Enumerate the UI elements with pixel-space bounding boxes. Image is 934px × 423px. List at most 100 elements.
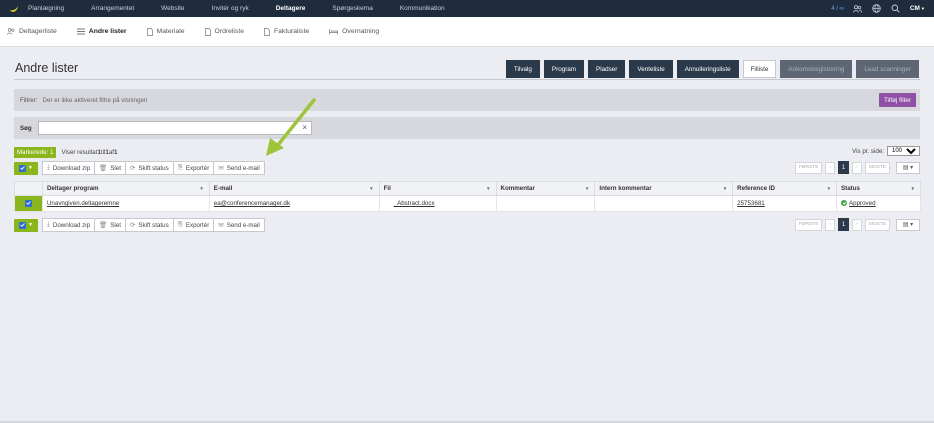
export-label: Exportér (185, 221, 210, 229)
people-icon[interactable] (853, 4, 863, 14)
sort-icon: ▼ (199, 186, 204, 191)
subnav-item-andre-lister[interactable]: Andre lister (76, 28, 127, 35)
marked-count-badge: Markerede: 1 (14, 147, 57, 158)
column-header-reference-id[interactable]: Reference ID ▼ (732, 181, 838, 196)
subnav-item-ordreliste[interactable]: Ordreliste (204, 27, 244, 36)
delete-button[interactable]: 🗑 Slet (95, 219, 126, 231)
user-menu[interactable]: CM ▾ (910, 5, 924, 12)
nav-item-kommunikation[interactable]: Kommunikation (400, 5, 445, 12)
column-header-label: Intern kommentar (599, 185, 652, 192)
tab-filliste[interactable]: Filliste (742, 60, 777, 78)
change-status-button[interactable]: ⟳ Skift status (126, 219, 174, 231)
envelope-icon: ✉ (218, 165, 224, 172)
tab-pladser[interactable]: Pladser (588, 60, 626, 78)
download-icon: ⤓ (47, 164, 50, 171)
sort-icon: ▼ (584, 186, 590, 191)
nav-item-inviter[interactable]: Invitér og ryk (212, 5, 249, 12)
current-page[interactable]: 1 (838, 161, 850, 174)
last-page-button[interactable]: SIDSTE (864, 161, 890, 174)
nav-item-planlaegning[interactable]: Planlægning (28, 5, 64, 12)
last-page-button[interactable]: SIDSTE (864, 218, 890, 231)
next-page-button[interactable]: › (852, 161, 862, 174)
select-all-dropdown[interactable]: ▼ (14, 218, 38, 232)
export-button[interactable]: ⎘ Exportér (174, 219, 215, 231)
subnav-item-deltagerliste[interactable]: Deltagerliste (7, 28, 57, 35)
add-filter-button[interactable]: Tilføj filter (878, 93, 916, 107)
column-header-email[interactable]: E-mail ▼ (208, 181, 380, 196)
column-header-label: E-mail (213, 185, 233, 192)
send-email-button[interactable]: ✉ Send e-mail (214, 219, 263, 231)
column-header-deltager[interactable]: Deltager program ▼ (41, 181, 210, 196)
column-header-fil[interactable]: Fil ▼ (378, 181, 497, 196)
participant-count[interactable]: 4 / ∞ (831, 6, 844, 12)
list-icon (76, 28, 85, 35)
prev-page-button[interactable]: ‹ (825, 161, 836, 174)
download-zip-label: Download zip (52, 164, 91, 172)
nav-item-spoergeskema[interactable]: Spørgeskema (332, 5, 372, 12)
export-label: Exportér (185, 164, 210, 172)
filter-status-text: Der er ikke aktiveret filtre på visninge… (42, 96, 148, 104)
column-header-label: Status (841, 185, 860, 192)
subnav-item-fakturaliste[interactable]: Fakturaliste (264, 27, 310, 36)
search-icon[interactable] (891, 4, 901, 14)
change-status-button[interactable]: ⟳ Skift status (126, 162, 174, 174)
divider (14, 79, 920, 80)
status-link[interactable]: Approved (849, 200, 876, 207)
column-header-intern-kommentar[interactable]: Intern kommentar ▼ (594, 181, 734, 196)
view-options-button[interactable]: ▤ ▾ (896, 218, 920, 231)
view-options-button[interactable]: ▤ ▾ (896, 161, 920, 174)
per-page-select[interactable]: 100 (887, 146, 920, 156)
annotation-arrow-icon (266, 98, 316, 156)
export-icon: ⎘ (177, 221, 183, 228)
subnav-item-overnatning[interactable]: Overnatning (329, 28, 379, 35)
select-column-header (14, 181, 43, 196)
cell-deltager: Unavngiven.deltageremne (41, 195, 210, 212)
subnav-label: Ordreliste (214, 28, 244, 35)
send-email-button[interactable]: ✉ Send e-mail (214, 162, 263, 174)
delete-label: Slet (110, 164, 121, 172)
tab-program[interactable]: Program (543, 60, 585, 78)
sort-icon: ▼ (369, 186, 374, 191)
column-header-status[interactable]: Status ▼ (836, 181, 921, 196)
delete-label: Slet (110, 221, 121, 229)
column-header-label: Deltager program (46, 185, 99, 192)
reference-id-link[interactable]: 25753681 (737, 200, 765, 207)
per-page-label: Vis pr. side: (852, 147, 884, 155)
nav-item-website[interactable]: Website (161, 5, 184, 12)
current-page[interactable]: 1 (838, 218, 850, 231)
select-all-dropdown[interactable]: ▼ (14, 161, 38, 175)
cell-reference-id: 25753681 (732, 195, 838, 212)
email-link[interactable]: ea@conferencemanager.dk (214, 200, 290, 207)
first-page-button[interactable]: FØRSTE (794, 161, 823, 174)
cell-email: ea@conferencemanager.dk (208, 195, 380, 212)
download-zip-button[interactable]: ⤓ Download zip (43, 162, 96, 174)
app-logo[interactable] (0, 0, 28, 17)
bulk-toolbar-top: ▼ ⤓ Download zip 🗑 Slet ⟳ Skift status ⎘ Exp… (14, 161, 265, 175)
subnav-item-materiale[interactable]: Materiale (146, 27, 185, 36)
column-header-kommentar[interactable]: Kommentar ▼ (495, 181, 596, 196)
tab-venteliste[interactable]: Venteliste (629, 60, 673, 78)
prev-page-button[interactable]: ‹ (825, 218, 836, 231)
first-page-button[interactable]: FØRSTE (794, 218, 823, 231)
delete-button[interactable]: 🗑 Slet (95, 162, 126, 174)
globe-icon[interactable] (872, 4, 882, 14)
tab-annulleringsliste[interactable]: Annulleringsliste (676, 60, 739, 78)
participant-link[interactable]: Unavngiven.deltageremne (47, 200, 119, 207)
download-zip-button[interactable]: ⤓ Download zip (43, 219, 96, 231)
nav-item-arrangementet[interactable]: Arrangementet (91, 5, 134, 12)
subnav-label: Materiale (156, 28, 185, 35)
subnav-label: Fakturaliste (274, 28, 310, 35)
send-email-label: Send e-mail (226, 221, 260, 229)
pagination-top: FØRSTE ‹ 1 › SIDSTE ▤ ▾ (794, 161, 920, 174)
sort-icon: ▼ (486, 186, 491, 191)
file-link[interactable]: _Abstract.docx (394, 200, 435, 207)
user-initials: CM (909, 5, 920, 12)
change-status-label: Skift status (138, 221, 169, 229)
tab-ankomstregistrering: Ankomstregistrering (780, 60, 853, 78)
nav-item-deltagere[interactable]: Deltagere (276, 5, 306, 12)
export-button[interactable]: ⎘ Exportér (174, 162, 215, 174)
tab-tilvalg[interactable]: Tilvalg (505, 60, 540, 78)
next-page-button[interactable]: › (852, 218, 862, 231)
table-header-row: Deltager program ▼ E-mail ▼ Fil ▼ Kommentar… (14, 181, 921, 196)
row-checkbox[interactable] (14, 195, 43, 212)
